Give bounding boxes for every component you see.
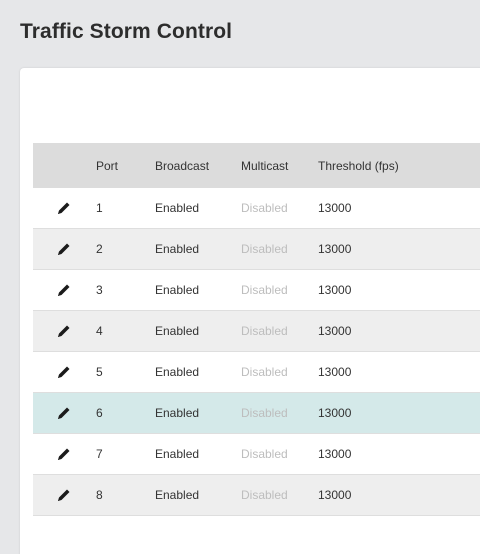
multicast-cell: Disabled [241,201,288,215]
multicast-cell: Disabled [241,283,288,297]
port-cell: 2 [96,242,103,256]
threshold-cell: 13000 [318,283,352,297]
threshold-cell: 13000 [318,365,352,379]
pencil-edit-icon[interactable] [53,279,75,301]
port-cell: 5 [96,365,103,379]
table-row[interactable]: 8 Enabled Disabled 13000 [33,475,480,516]
edit-cell [53,475,77,515]
page-title: Traffic Storm Control [20,20,233,43]
port-cell: 1 [96,201,103,215]
pencil-edit-icon[interactable] [53,443,75,465]
port-cell: 7 [96,447,103,461]
pencil-edit-icon[interactable] [53,320,75,342]
threshold-cell: 13000 [318,324,352,338]
broadcast-cell: Enabled [155,283,200,297]
table-row[interactable]: 1 Enabled Disabled 13000 [33,188,480,229]
port-cell: 6 [96,406,103,420]
threshold-cell: 13000 [318,242,352,256]
page: Traffic Storm Control Port Broadcast Mul… [0,0,480,554]
threshold-cell: 13000 [318,201,352,215]
multicast-cell: Disabled [241,324,288,338]
multicast-cell: Disabled [241,242,288,256]
pencil-edit-icon[interactable] [53,484,75,506]
multicast-cell: Disabled [241,447,288,461]
storm-control-table: Port Broadcast Multicast Threshold (fps)… [33,143,480,516]
multicast-cell: Disabled [241,488,288,502]
pencil-edit-icon[interactable] [53,197,75,219]
table-row[interactable]: 3 Enabled Disabled 13000 [33,270,480,311]
threshold-cell: 13000 [318,447,352,461]
table-row[interactable]: 4 Enabled Disabled 13000 [33,311,480,352]
broadcast-cell: Enabled [155,324,200,338]
port-cell: 8 [96,488,103,502]
edit-cell [53,352,77,392]
edit-cell [53,270,77,310]
table-header-row: Port Broadcast Multicast Threshold (fps) [33,143,480,188]
content-panel: Port Broadcast Multicast Threshold (fps)… [20,68,480,554]
table-row[interactable]: 5 Enabled Disabled 13000 [33,352,480,393]
pencil-edit-icon[interactable] [53,238,75,260]
column-header-multicast[interactable]: Multicast [241,143,288,188]
broadcast-cell: Enabled [155,242,200,256]
broadcast-cell: Enabled [155,406,200,420]
edit-cell [53,229,77,269]
edit-cell [53,434,77,474]
column-header-port[interactable]: Port [96,143,118,188]
edit-cell [53,393,77,433]
broadcast-cell: Enabled [155,201,200,215]
broadcast-cell: Enabled [155,365,200,379]
column-header-threshold[interactable]: Threshold (fps) [318,143,399,188]
pencil-edit-icon[interactable] [53,361,75,383]
broadcast-cell: Enabled [155,447,200,461]
port-cell: 4 [96,324,103,338]
table-row[interactable]: 7 Enabled Disabled 13000 [33,434,480,475]
pencil-edit-icon[interactable] [53,402,75,424]
header-edit-column [53,143,77,188]
broadcast-cell: Enabled [155,488,200,502]
column-header-broadcast[interactable]: Broadcast [155,143,209,188]
port-cell: 3 [96,283,103,297]
edit-cell [53,311,77,351]
multicast-cell: Disabled [241,406,288,420]
threshold-cell: 13000 [318,406,352,420]
edit-cell [53,188,77,228]
multicast-cell: Disabled [241,365,288,379]
table-row[interactable]: 2 Enabled Disabled 13000 [33,229,480,270]
table-row[interactable]: 6 Enabled Disabled 13000 [33,393,480,434]
threshold-cell: 13000 [318,488,352,502]
